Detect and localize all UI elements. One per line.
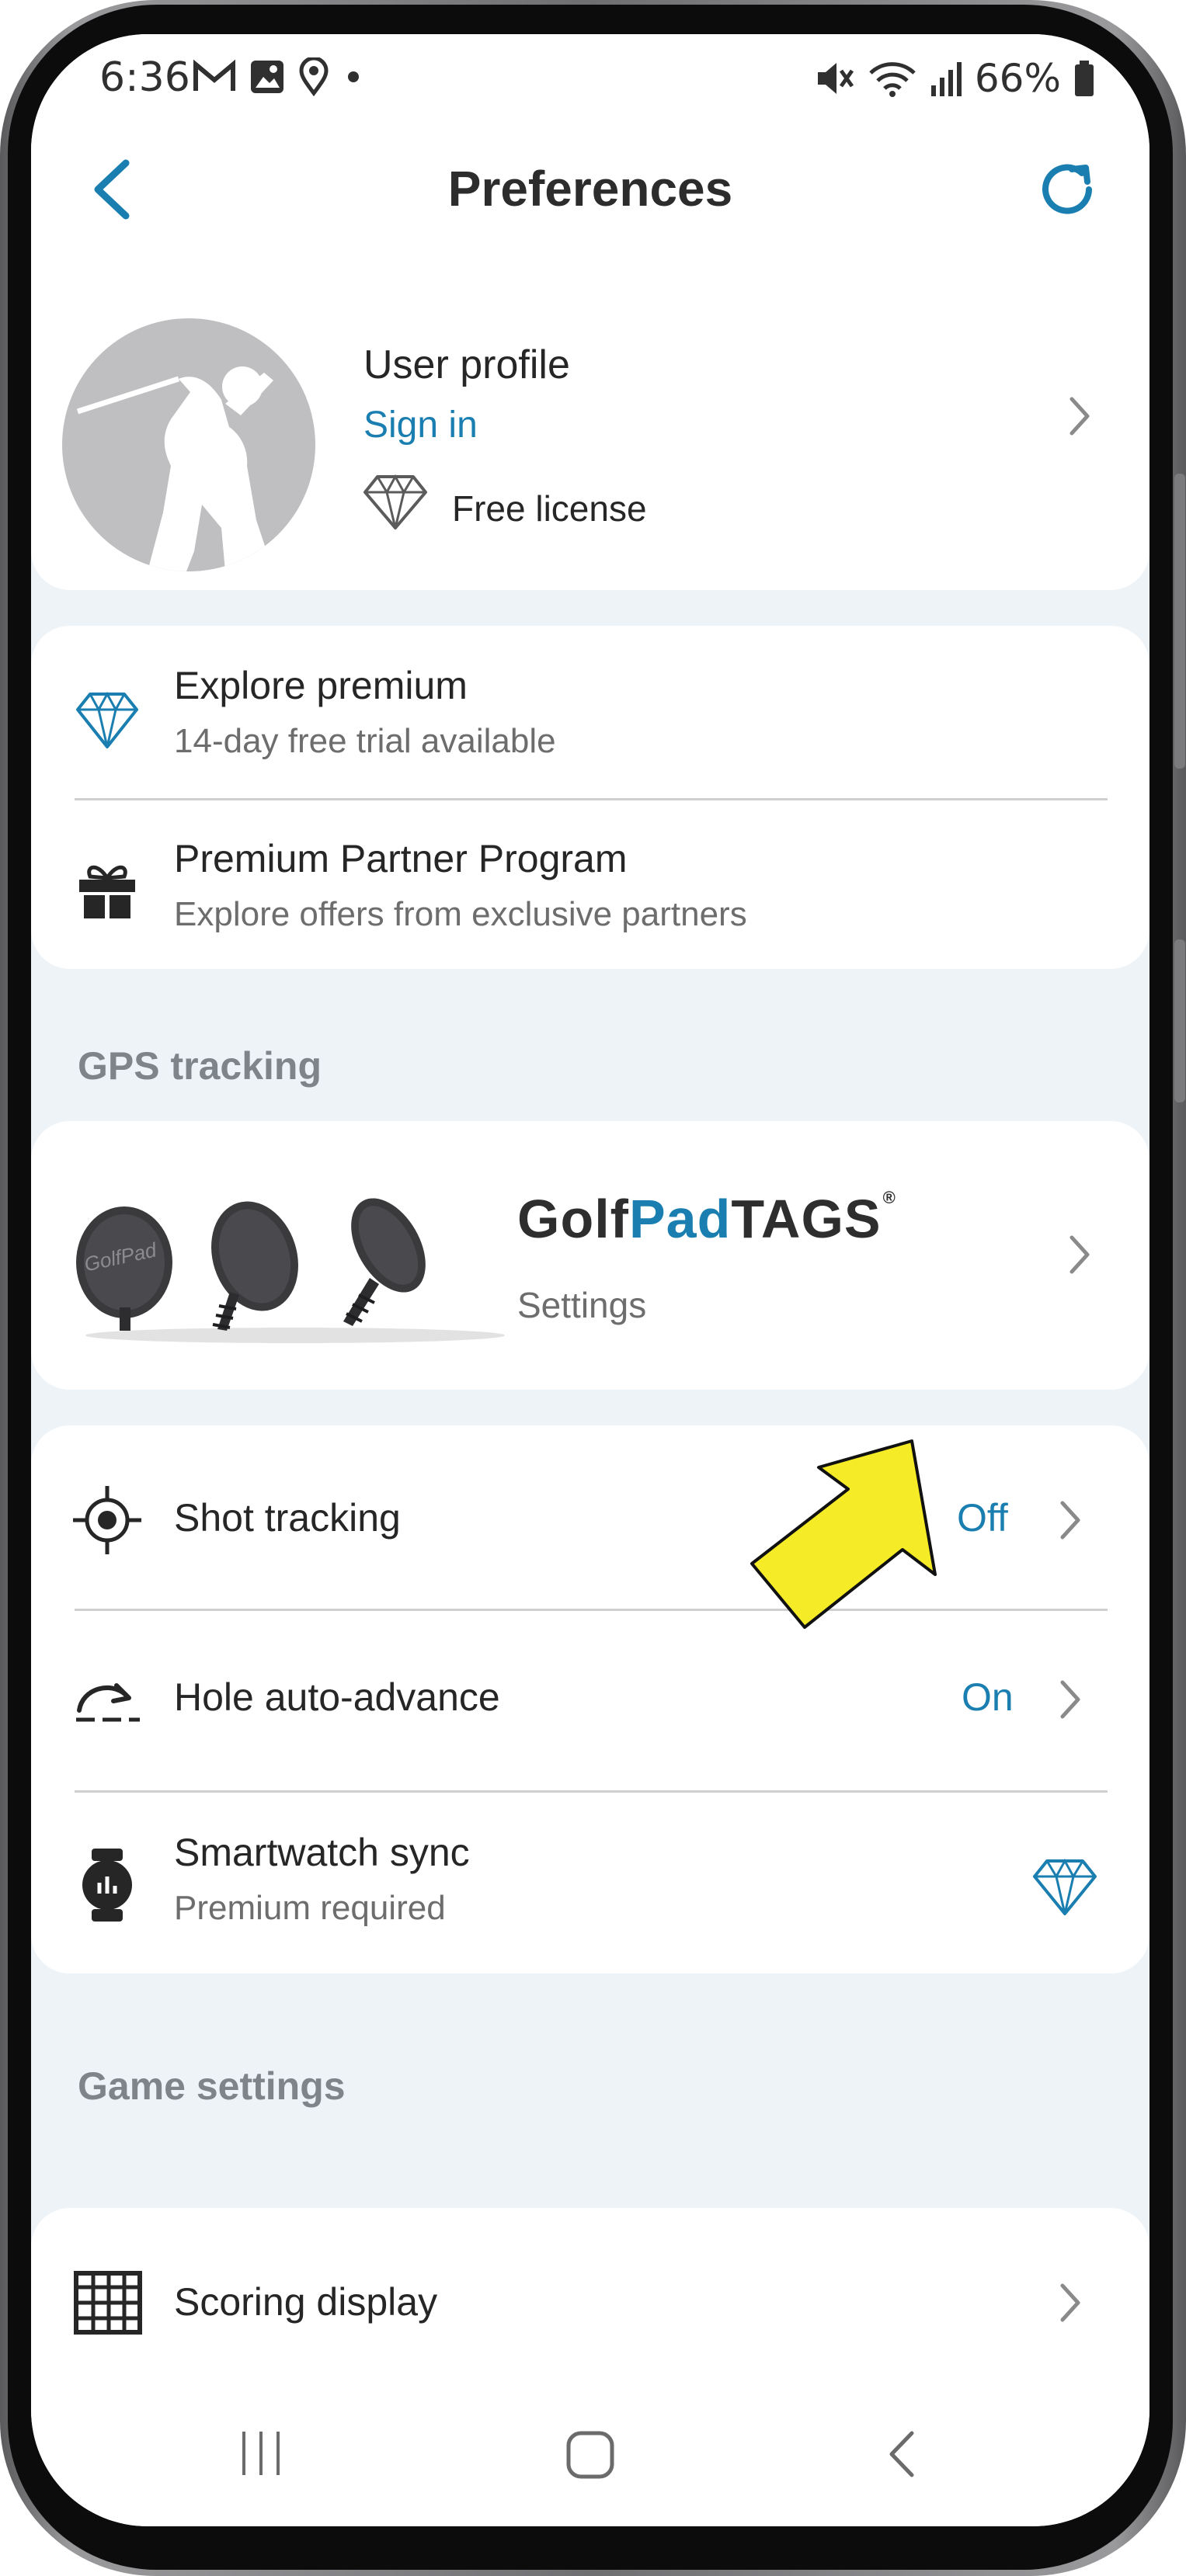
smartwatch-icon: [82, 1849, 132, 1922]
diamond-icon: [1033, 1858, 1097, 1915]
partner-program-title: Premium Partner Program: [174, 837, 628, 880]
battery-icon: [1075, 61, 1094, 96]
game-settings-header: Game settings: [78, 2064, 346, 2108]
explore-premium-title: Explore premium: [174, 664, 468, 707]
user-profile-card[interactable]: User profile Sign in Free license: [31, 244, 1149, 590]
page-title: Preferences: [447, 161, 733, 217]
shot-tracking-value: Off: [957, 1496, 1008, 1540]
golfpad-tags-logo: GolfPadTAGS®: [517, 1188, 896, 1250]
scoring-display-row[interactable]: Scoring display: [31, 2208, 1149, 2379]
home-icon[interactable]: [565, 2430, 615, 2480]
sign-in-link[interactable]: Sign in: [363, 404, 478, 446]
location-icon: [299, 57, 329, 96]
diamond-icon: [76, 691, 138, 748]
tracking-settings-card: Shot tracking Off Hole auto-advance On S…: [31, 1425, 1149, 1974]
logo-trademark: ®: [882, 1188, 896, 1207]
system-nav-bar: [31, 2382, 1149, 2526]
scoring-display-title: Scoring display: [174, 2280, 438, 2324]
hole-auto-advance-value: On: [962, 1675, 1014, 1719]
premium-card: Explore premium 14-day free trial availa…: [31, 626, 1149, 969]
gmail-icon: [193, 59, 235, 91]
hole-auto-advance-title: Hole auto-advance: [174, 1675, 500, 1719]
mute-icon: [817, 63, 854, 94]
smartwatch-sync-subtitle: Premium required: [174, 1889, 446, 1927]
status-notification-icons: [193, 57, 365, 96]
diamond-outline-icon: [363, 474, 427, 529]
signal-icon: [930, 62, 962, 96]
status-time: 6:36: [99, 54, 190, 101]
power-button: [1174, 939, 1185, 1102]
avatar: [62, 318, 315, 571]
gallery-icon: [251, 61, 283, 93]
chevron-right-icon: [1060, 1680, 1080, 1719]
chevron-right-icon: [1069, 397, 1090, 436]
logo-golf: Golf: [517, 1189, 629, 1249]
screen: 6:36 66% Preferences User profile Sign i…: [31, 34, 1149, 2526]
battery-percentage: 66%: [974, 56, 1061, 101]
refresh-icon[interactable]: [1033, 155, 1101, 224]
partner-program-subtitle: Explore offers from exclusive partners: [174, 895, 747, 933]
golfer-silhouette-icon: [76, 366, 273, 571]
status-system-icons: 66%: [815, 56, 1095, 101]
app-bar: Preferences: [31, 127, 1149, 244]
shot-tracking-row[interactable]: Shot tracking Off: [31, 1425, 1149, 1607]
game-settings-card: Scoring display: [31, 2208, 1149, 2410]
chevron-right-icon: [1060, 2283, 1080, 2322]
partner-program-row[interactable]: Premium Partner Program Explore offers f…: [31, 800, 1149, 969]
profile-title: User profile: [363, 342, 570, 387]
tags-settings-label: Settings: [517, 1285, 647, 1325]
gift-icon: [79, 865, 135, 918]
logo-tags: TAGS: [731, 1189, 882, 1249]
license-label: Free license: [452, 488, 647, 529]
pointer-arrow-icon: [750, 1439, 937, 1629]
grid-icon: [74, 2271, 142, 2335]
crosshair-icon: [73, 1486, 141, 1554]
explore-premium-subtitle: 14-day free trial available: [174, 722, 556, 760]
smartwatch-sync-row[interactable]: Smartwatch sync Premium required: [31, 1793, 1149, 1974]
status-bar: 6:36 66%: [31, 34, 1149, 127]
chevron-right-icon: [1069, 1235, 1090, 1274]
smartwatch-sync-title: Smartwatch sync: [174, 1831, 470, 1874]
golfpad-tags-image: [76, 1198, 505, 1343]
hole-auto-advance-row[interactable]: Hole auto-advance On: [31, 1611, 1149, 1790]
explore-premium-row[interactable]: Explore premium 14-day free trial availa…: [31, 626, 1149, 797]
auto-advance-icon: [76, 1683, 140, 1722]
logo-pad: Pad: [628, 1189, 732, 1249]
shot-tracking-title: Shot tracking: [174, 1496, 401, 1540]
gps-tracking-header: GPS tracking: [78, 1044, 322, 1088]
chevron-right-icon: [1060, 1501, 1080, 1540]
volume-button: [1174, 474, 1185, 769]
dot-icon: [348, 71, 359, 82]
back-nav-icon[interactable]: [884, 2428, 918, 2480]
golfpad-tags-card[interactable]: GolfPad GolfPadTAGS® Settings: [31, 1121, 1149, 1390]
recent-apps-icon[interactable]: [238, 2428, 284, 2478]
wifi-icon: [869, 62, 916, 97]
